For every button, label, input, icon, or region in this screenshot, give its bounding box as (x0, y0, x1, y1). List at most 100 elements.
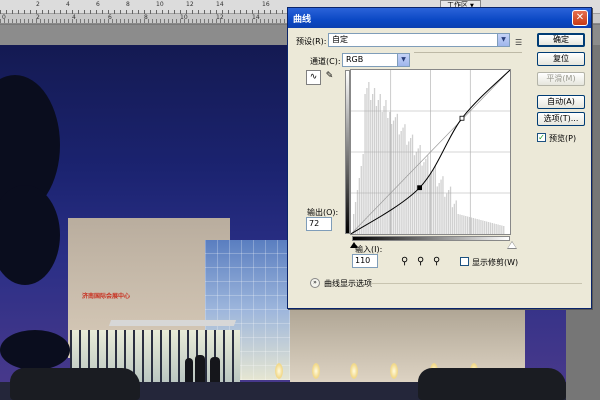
histogram-bar (413, 155, 416, 234)
histogram-bar (484, 221, 486, 234)
histogram-bar (417, 148, 419, 234)
histogram-bar (491, 223, 493, 234)
histogram-bar (461, 215, 463, 234)
black-eyedropper-icon[interactable]: ⚲ (401, 256, 413, 268)
show-clipping-label: 显示修剪(W) (472, 258, 519, 267)
uplight (390, 363, 398, 379)
histogram-bar (429, 176, 431, 234)
car (418, 368, 566, 400)
white-point-slider[interactable] (508, 242, 516, 248)
histogram-bar (451, 207, 454, 234)
histogram-bar (372, 94, 374, 234)
histogram-bar (476, 219, 478, 234)
smooth-button[interactable]: 平滑(M) (537, 72, 585, 86)
close-button[interactable]: ✕ (572, 10, 588, 26)
expand-icon[interactable]: » (310, 278, 320, 288)
histogram-bar (478, 219, 480, 234)
histogram-bar (487, 222, 490, 234)
ruler-number: 16 (262, 1, 270, 8)
ruler-number: 8 (144, 14, 148, 21)
curve-point[interactable] (417, 185, 422, 191)
preview-checkbox[interactable]: ✓ (537, 133, 546, 142)
output-field[interactable]: 72 (306, 217, 332, 231)
histogram-bar (495, 224, 497, 234)
shrub (0, 330, 70, 370)
histogram-bar (503, 226, 505, 234)
input-field[interactable]: 110 (352, 254, 378, 268)
curve-plot[interactable] (350, 69, 511, 235)
ruler-number: 0 (2, 14, 6, 21)
preset-label: 预设(R): (296, 37, 327, 46)
curves-graph[interactable] (350, 69, 511, 235)
histogram-bar (408, 141, 410, 234)
input-gradient-bar (352, 236, 510, 241)
histogram-bar (448, 190, 450, 234)
histogram-bar (438, 183, 440, 234)
building-sign: 济南国际会展中心 (82, 293, 131, 300)
curve-point[interactable] (459, 115, 465, 121)
curve-point-tool[interactable]: ∿ (306, 70, 321, 85)
ruler-number: 12 (186, 1, 194, 8)
histogram-bar (406, 144, 408, 234)
histogram-bar (368, 82, 370, 234)
smooth-label: 平滑(M) (546, 74, 576, 83)
histogram-bar (486, 221, 488, 234)
uplight (312, 363, 320, 379)
histogram-bar (444, 196, 446, 234)
separator (372, 283, 582, 284)
ruler-ticks (0, 0, 290, 14)
histogram-bar (394, 117, 397, 234)
white-eyedropper-icon[interactable]: ⚲ (433, 256, 445, 268)
histogram-bar (396, 113, 398, 234)
histogram-bar (501, 225, 503, 234)
dialog-titlebar[interactable]: 曲线 ✕ (288, 8, 591, 28)
histogram-bar (497, 224, 499, 234)
chevron-down-icon: ▼ (397, 54, 409, 66)
options-button[interactable]: 选项(T)... (537, 112, 585, 126)
ruler-number: 2 (36, 1, 40, 8)
histogram-bar (389, 112, 391, 234)
ruler-number: 12 (216, 14, 224, 21)
histogram-bar (392, 120, 395, 234)
preset-select[interactable]: 自定 ▼ (328, 33, 510, 47)
histogram-bar (449, 186, 452, 234)
ruler-number: 10 (180, 14, 188, 21)
histogram-bar (457, 214, 459, 234)
show-clipping-checkbox[interactable] (460, 257, 469, 266)
histogram-bar (375, 106, 378, 234)
histogram-bar (427, 155, 429, 234)
preset-options-icon[interactable]: ☰ (515, 38, 524, 47)
histogram (353, 82, 505, 234)
channel-select[interactable]: RGB ▼ (342, 53, 410, 67)
close-icon: ✕ (575, 12, 585, 23)
curves-dialog: 曲线 ✕ 预设(R): 自定 ▼ ☰ 通道(C): RGB ▼ ∿ ✎ 输出(O… (287, 7, 592, 309)
histogram-bar (455, 200, 457, 234)
histogram-bar (364, 94, 366, 234)
histogram-bar (480, 220, 482, 234)
uplight (275, 363, 283, 379)
checkmark-icon: ✓ (538, 133, 545, 142)
ok-button[interactable]: 确定 (537, 33, 585, 47)
preview-label: 预览(P) (549, 134, 577, 143)
ruler-number: 14 (252, 14, 260, 21)
tree-silhouette (0, 185, 60, 285)
histogram-bar (425, 158, 427, 234)
group-line (414, 52, 522, 53)
histogram-bar (489, 222, 492, 234)
channel-label: 通道(C): (310, 57, 341, 66)
car (10, 368, 140, 400)
reset-button[interactable]: 复位 (537, 52, 585, 66)
entrance-canopy (108, 320, 237, 326)
auto-button[interactable]: 自动(A) (537, 95, 585, 109)
gray-eyedropper-icon[interactable]: ⚲ (417, 256, 429, 268)
ok-label: 确定 (553, 35, 569, 44)
curve-edit-icon: ∿ (309, 72, 318, 82)
pencil-tool[interactable]: ✎ (322, 70, 337, 85)
histogram-bar (446, 193, 448, 234)
curve-display-options-label[interactable]: 曲线显示选项 (324, 278, 372, 289)
histogram-bar (465, 216, 467, 234)
histogram-bar (373, 88, 376, 234)
input-value: 110 (355, 256, 371, 265)
histogram-bar (366, 88, 368, 234)
ruler-number: 2 (36, 14, 40, 21)
